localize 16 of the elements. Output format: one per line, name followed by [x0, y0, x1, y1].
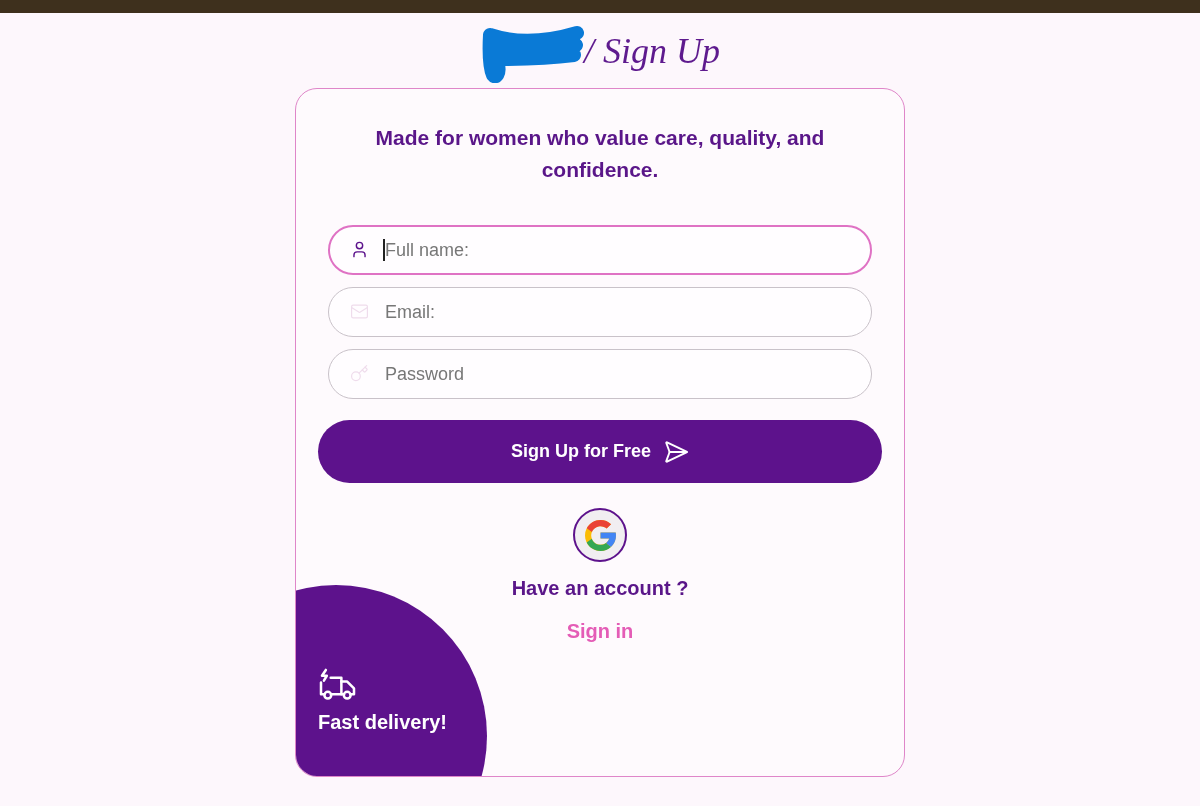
g-logo-icon: [584, 519, 616, 551]
text-cursor: [383, 239, 385, 261]
page-title: / Sign Up: [584, 32, 720, 69]
paper-plane-icon: [663, 438, 689, 465]
key-icon: [350, 364, 369, 383]
mail-icon: [350, 302, 369, 321]
email-field[interactable]: Email:: [328, 287, 872, 337]
sign-up-button[interactable]: Sign Up for Free: [318, 420, 882, 483]
tagline: Made for women who value care, quality, and confidence.: [374, 125, 826, 183]
full-name-field[interactable]: Full name:: [328, 225, 872, 275]
promo-label: Fast delivery!: [318, 710, 447, 735]
truck-icon: [318, 668, 357, 701]
social-sign-in-button[interactable]: [573, 508, 627, 562]
account-prompt: Have an account ?: [511, 576, 689, 601]
user-icon: [350, 240, 369, 259]
password-field[interactable]: Password: [328, 349, 872, 399]
